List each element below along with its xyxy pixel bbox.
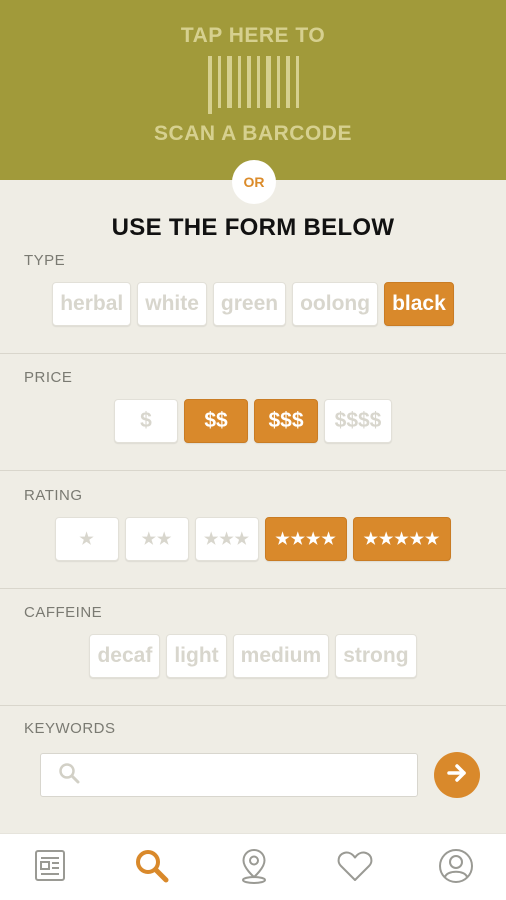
rating-label: RATING	[24, 487, 83, 504]
search-icon	[57, 761, 81, 790]
divider	[0, 353, 506, 354]
submit-search-button[interactable]	[434, 752, 480, 798]
caffeine-options: decaf light medium strong	[0, 634, 506, 678]
caffeine-option-medium[interactable]: medium	[232, 634, 330, 678]
price-option-4[interactable]: $$$$	[324, 399, 392, 443]
tab-news[interactable]	[31, 848, 71, 888]
heart-icon	[336, 849, 374, 888]
rating-option-3[interactable]: ★★★	[195, 517, 259, 561]
tab-favorites[interactable]	[335, 848, 375, 888]
type-option-black[interactable]: black	[384, 282, 454, 326]
price-option-2[interactable]: $$	[184, 399, 248, 443]
form-title: USE THE FORM BELOW	[111, 214, 395, 241]
type-label: TYPE	[24, 252, 66, 269]
tab-locations[interactable]	[234, 848, 274, 888]
caffeine-label: CAFFEINE	[24, 604, 103, 621]
scan-barcode-banner[interactable]: TAP HERE TO SCAN A BARCODE	[0, 0, 506, 180]
profile-icon	[437, 847, 475, 890]
divider	[0, 588, 506, 589]
rating-option-2[interactable]: ★★	[125, 517, 189, 561]
rating-option-5[interactable]: ★★★★★	[353, 517, 451, 561]
tab-search[interactable]	[132, 848, 172, 888]
location-pin-icon	[238, 847, 270, 890]
caffeine-option-light[interactable]: light	[166, 634, 227, 678]
type-option-oolong[interactable]: oolong	[292, 282, 379, 326]
caffeine-option-strong[interactable]: strong	[335, 634, 417, 678]
arrow-right-icon	[444, 760, 470, 791]
news-icon	[33, 849, 69, 888]
rating-options: ★ ★★ ★★★ ★★★★ ★★★★★	[0, 517, 506, 561]
rating-option-1[interactable]: ★	[55, 517, 119, 561]
caffeine-option-decaf[interactable]: decaf	[89, 634, 161, 678]
divider	[0, 705, 506, 706]
type-option-green[interactable]: green	[212, 282, 287, 326]
price-option-1[interactable]: $	[114, 399, 178, 443]
price-options: $ $$ $$$ $$$$	[0, 399, 506, 443]
type-option-herbal[interactable]: herbal	[52, 282, 132, 326]
keyword-input[interactable]	[91, 766, 411, 784]
keyword-search-field[interactable]	[40, 753, 418, 797]
scan-prompt-top: TAP HERE TO	[180, 24, 326, 47]
keywords-label: KEYWORDS	[24, 720, 116, 737]
or-divider-badge: OR	[232, 160, 276, 204]
scan-prompt-bottom: SCAN A BARCODE	[154, 122, 352, 145]
barcode-icon	[207, 56, 299, 114]
divider	[0, 470, 506, 471]
type-option-white[interactable]: white	[137, 282, 207, 326]
search-icon	[133, 847, 171, 890]
rating-option-4[interactable]: ★★★★	[265, 517, 347, 561]
price-option-3[interactable]: $$$	[254, 399, 318, 443]
type-options: herbal white green oolong black	[0, 282, 506, 326]
price-label: PRICE	[24, 369, 73, 386]
bottom-tab-bar	[0, 833, 506, 900]
tab-profile[interactable]	[436, 848, 476, 888]
